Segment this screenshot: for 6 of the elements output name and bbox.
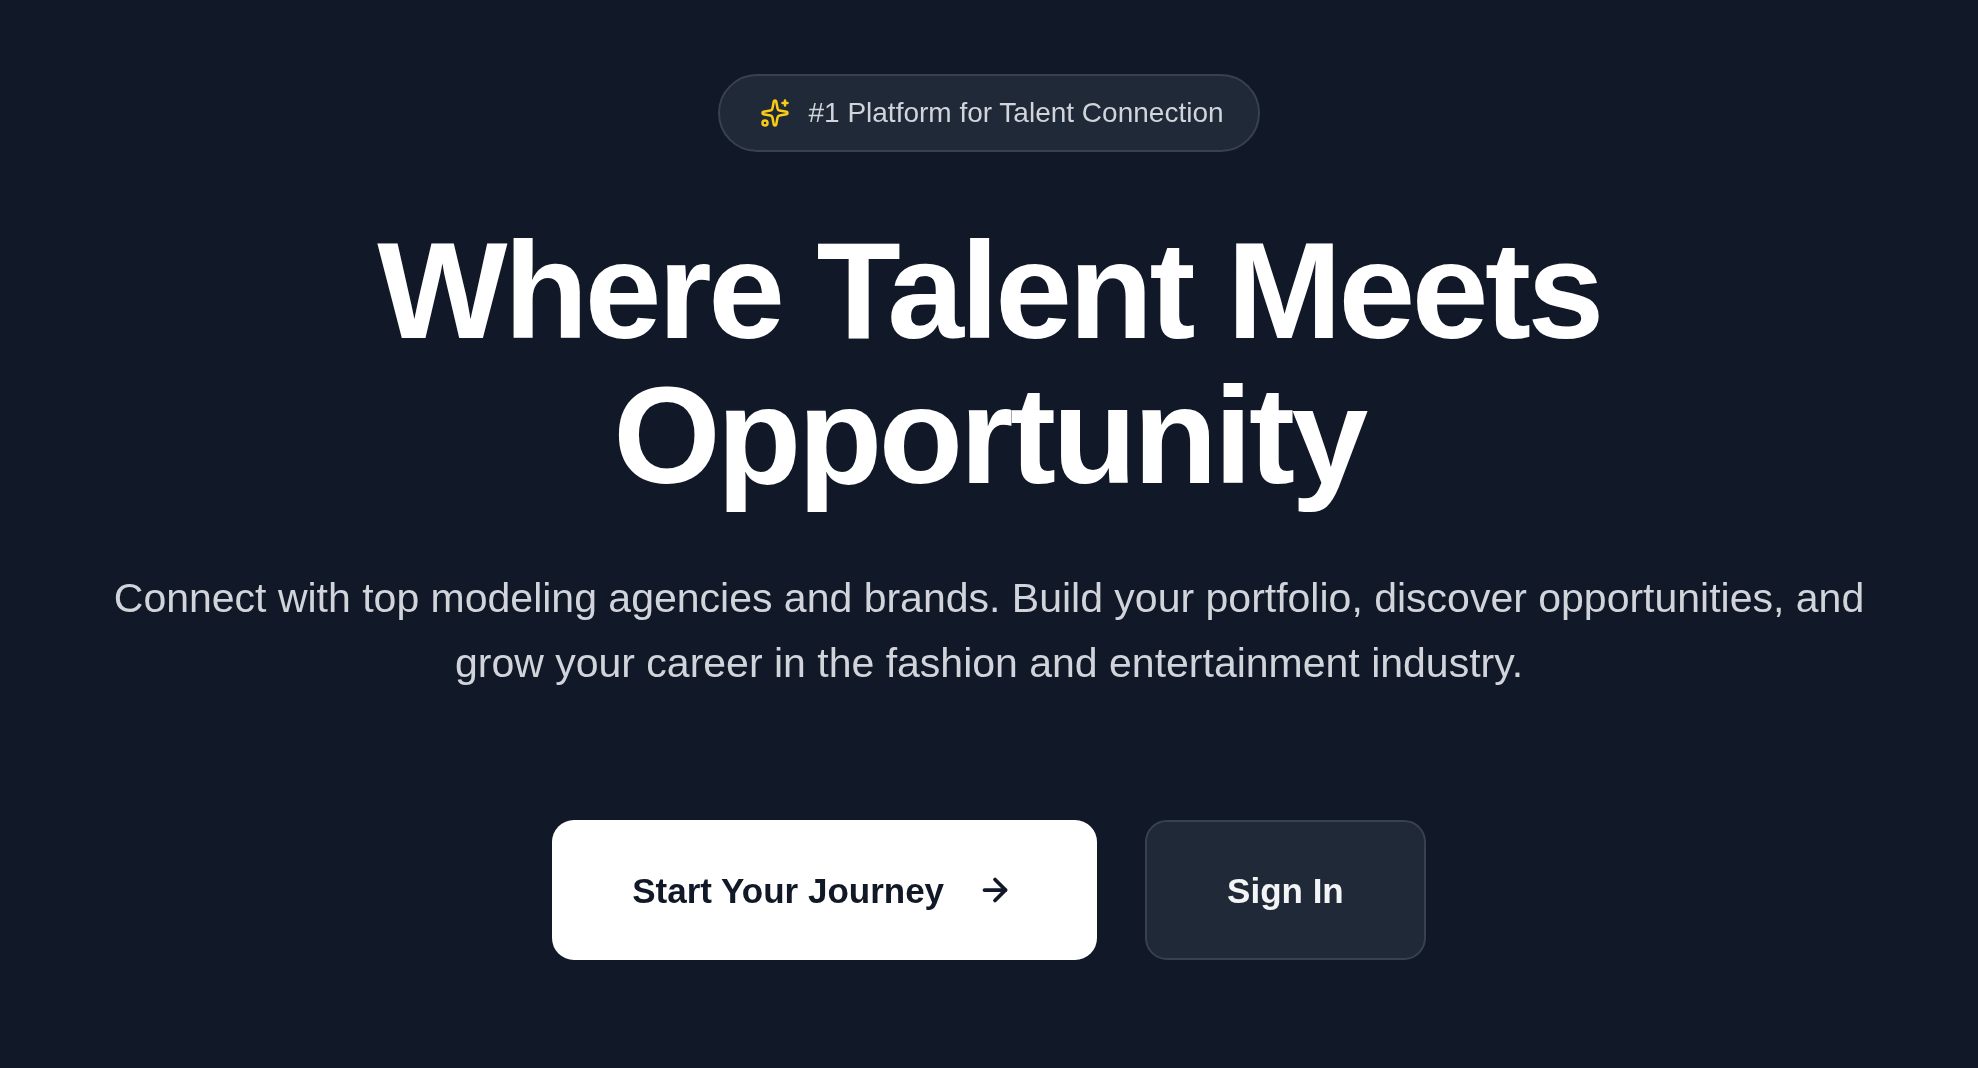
hero-heading: Where Talent Meets Opportunity xyxy=(376,218,1602,514)
start-journey-button[interactable]: Start Your Journey xyxy=(552,820,1098,960)
sparkles-icon xyxy=(760,98,791,128)
hero-description: Connect with top modeling agencies and brands. Build your portfolio, discover opportunities, and grow your career in the fashion and entertainment industry. xyxy=(112,574,1866,688)
sign-in-button[interactable]: Sign In xyxy=(1145,820,1426,960)
badge-text: #1 Platform for Talent Connection xyxy=(808,96,1224,130)
